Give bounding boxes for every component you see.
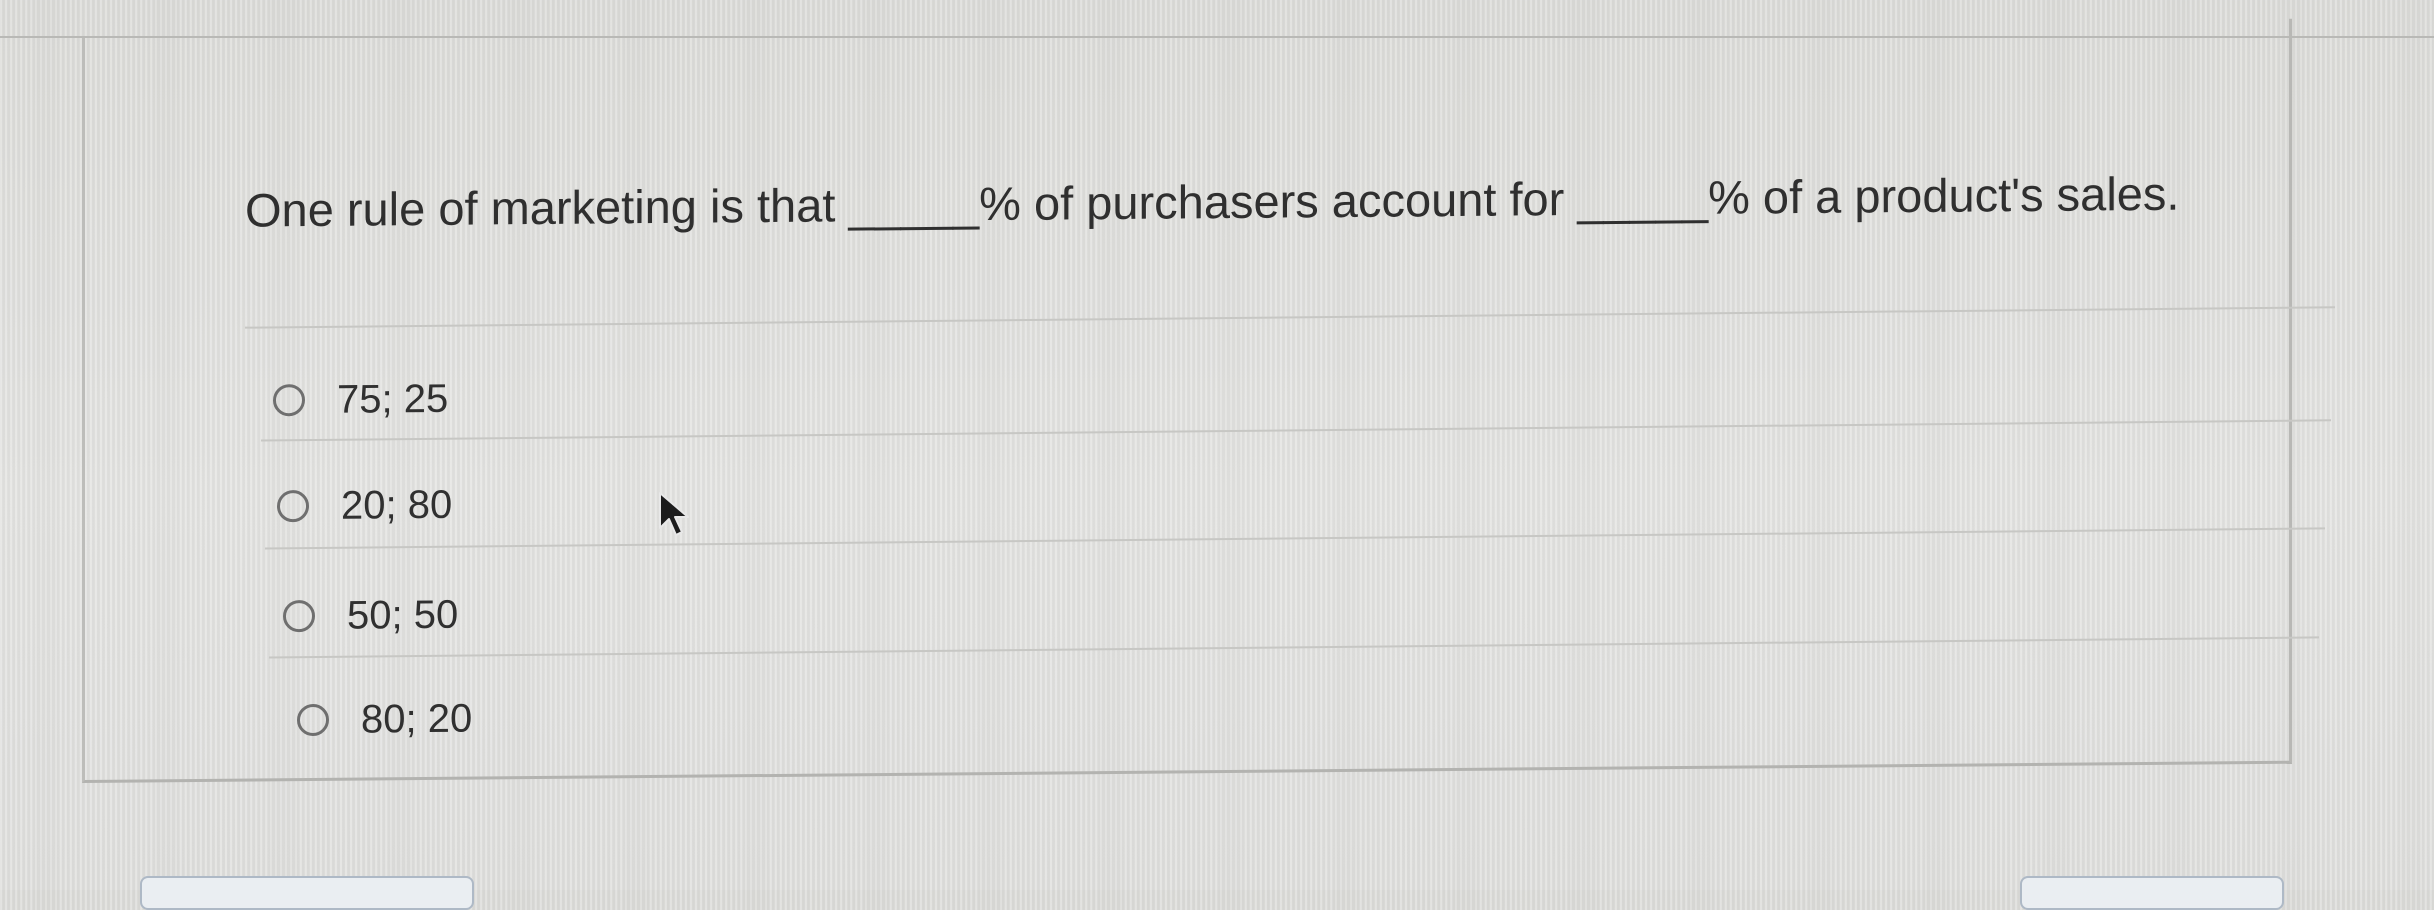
radio-unchecked-icon[interactable] bbox=[283, 599, 315, 633]
answer-option-3[interactable]: 50; 50 bbox=[283, 587, 458, 645]
question-divider bbox=[244, 306, 2336, 329]
answer-option-label[interactable]: 50; 50 bbox=[347, 592, 458, 638]
option-divider bbox=[264, 527, 2326, 550]
answer-option-label[interactable]: 80; 20 bbox=[361, 696, 472, 742]
answer-option-label[interactable]: 20; 80 bbox=[341, 482, 452, 528]
option-divider bbox=[260, 419, 2332, 442]
previous-button[interactable] bbox=[140, 876, 474, 910]
radio-unchecked-icon[interactable] bbox=[297, 703, 329, 737]
question-card: One rule of marketing is that _____% of … bbox=[82, 18, 2336, 783]
answer-option-4[interactable]: 80; 20 bbox=[297, 691, 472, 749]
option-divider bbox=[268, 636, 2320, 659]
radio-unchecked-icon[interactable] bbox=[273, 384, 305, 417]
mouse-pointer-icon bbox=[659, 492, 689, 536]
answer-option-2[interactable]: 20; 80 bbox=[277, 477, 452, 535]
question-text: One rule of marketing is that _____% of … bbox=[245, 166, 2180, 237]
answer-option-1[interactable]: 75; 25 bbox=[273, 371, 448, 429]
answer-option-label[interactable]: 75; 25 bbox=[337, 376, 448, 422]
radio-unchecked-icon[interactable] bbox=[277, 490, 309, 523]
next-button[interactable] bbox=[2020, 876, 2284, 910]
